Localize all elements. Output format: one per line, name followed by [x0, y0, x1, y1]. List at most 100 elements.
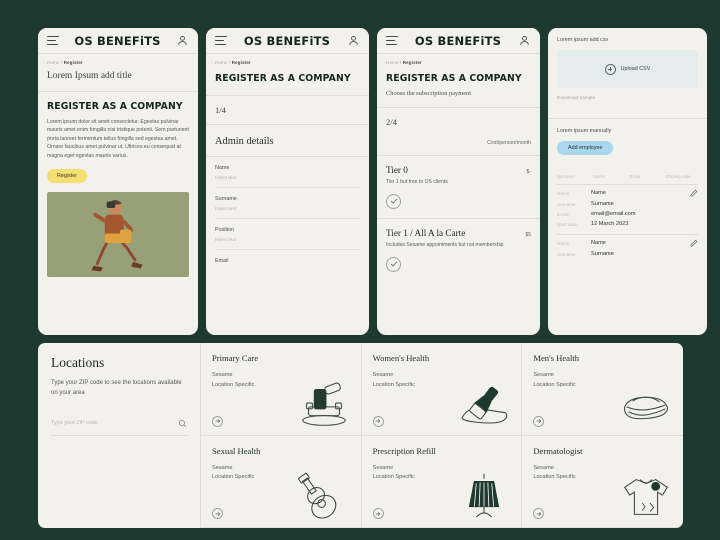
- app-header: OS BENEFiTS: [206, 28, 369, 54]
- app-brand: OS BENEFiTS: [74, 34, 160, 48]
- card-primary-care[interactable]: Primary Care Sesame Location Specific: [201, 343, 362, 436]
- guitar-illustration: [295, 471, 353, 521]
- download-sample-link[interactable]: Download sample: [557, 88, 698, 109]
- pencil-icon[interactable]: [690, 189, 698, 197]
- position-input[interactable]: Insert text: [215, 233, 360, 249]
- hamburger-icon[interactable]: [386, 36, 398, 45]
- column-header-surname: Surname: [557, 174, 589, 179]
- row-value: email@email.com: [591, 211, 698, 217]
- form-field-email: Email: [206, 250, 369, 264]
- column-header-starting-date: Starting date: [666, 174, 698, 179]
- cost-column-label: Cost/person/month: [377, 136, 540, 155]
- hamburger-icon[interactable]: [215, 36, 227, 45]
- employee-record: Name Name Surname Surname Email email@em…: [548, 185, 707, 227]
- card-title: Primary Care: [212, 353, 350, 363]
- tier-price: $5: [525, 232, 531, 238]
- tier-price: $-: [527, 169, 531, 175]
- card-arrow-button[interactable]: [212, 416, 223, 427]
- breadcrumb-home[interactable]: Home /: [386, 60, 401, 65]
- surname-input[interactable]: Insert text: [215, 202, 360, 218]
- register-button[interactable]: Register: [47, 169, 87, 183]
- category-cards: Primary Care Sesame Location Specific: [201, 343, 683, 528]
- zip-input[interactable]: Type your ZIP code: [51, 420, 98, 426]
- row-value: Surname: [591, 201, 698, 207]
- avatar-icon[interactable]: [347, 34, 360, 47]
- step-indicator: 2/4: [377, 108, 540, 136]
- breadcrumb-home[interactable]: Home /: [215, 60, 230, 65]
- card-prescription-refill[interactable]: Prescription Refill Sesame Location Spec…: [362, 436, 523, 529]
- app-brand: OS BENEFiTS: [415, 34, 501, 48]
- page-heading: REGISTER AS A COMPANY: [47, 101, 189, 112]
- phone-panel-admin-details: OS BENEFiTS Home / Register REGISTER AS …: [206, 28, 369, 335]
- card-arrow-button[interactable]: [373, 508, 384, 519]
- card-arrow-button[interactable]: [212, 508, 223, 519]
- stapler-illustration: [295, 379, 353, 429]
- pencil-icon[interactable]: [690, 239, 698, 247]
- name-input[interactable]: Insert text: [215, 171, 360, 187]
- locations-board: Locations Type your ZIP code to see the …: [38, 343, 683, 528]
- column-header-name: Name: [593, 174, 625, 179]
- breadcrumb-current: Register: [403, 60, 422, 65]
- row-key: Name: [557, 191, 591, 196]
- zip-search[interactable]: Type your ZIP code: [51, 419, 187, 428]
- tier-option-0[interactable]: Tier 0 $- Tier 1 but free to OS clients: [377, 156, 540, 218]
- breadcrumb: Home / Register: [38, 54, 198, 65]
- avatar-icon[interactable]: [518, 34, 531, 47]
- page-subheading: Choose the subscription payment: [386, 90, 531, 97]
- table-row: Name Name: [548, 185, 707, 197]
- card-title: Women's Health: [373, 353, 511, 363]
- phone-panel-register-intro: OS BENEFiTS Home / Register Lorem Ipsum …: [38, 28, 198, 335]
- row-value: Surname: [591, 251, 698, 257]
- card-arrow-button[interactable]: [533, 508, 544, 519]
- zip-underline: [51, 435, 187, 436]
- hamburger-icon[interactable]: [47, 36, 59, 45]
- table-row: Name Name: [548, 235, 707, 247]
- card-mens-health[interactable]: Men's Health Sesame Location Specific: [522, 343, 683, 436]
- manual-section-label: Lorem ipsum manually: [557, 128, 698, 134]
- form-field-position: Position Insert text: [206, 219, 369, 250]
- card-arrow-button[interactable]: [533, 416, 544, 427]
- tier-name: Tier 1 / All A la Carte: [386, 228, 465, 238]
- add-employee-button[interactable]: Add employee: [557, 141, 613, 155]
- tier-name: Tier 0: [386, 165, 408, 175]
- card-dermatologist[interactable]: Dermatologist Sesame Location Specific: [522, 436, 683, 529]
- row-key: Surname: [557, 202, 591, 207]
- row-key: Surname: [557, 252, 591, 257]
- breadcrumb-current: Register: [64, 60, 83, 65]
- page-heading: REGISTER AS A COMPANY: [386, 73, 531, 84]
- locations-title: Locations: [51, 355, 187, 371]
- tier-option-1[interactable]: Tier 1 / All A la Carte $5 Includes Sesa…: [377, 219, 540, 281]
- form-field-surname: Surname Insert text: [206, 188, 369, 219]
- field-label: Surname: [215, 188, 360, 202]
- card-arrow-button[interactable]: [373, 416, 384, 427]
- card-title: Dermatologist: [533, 446, 672, 456]
- card-womens-health[interactable]: Women's Health Sesame Location Specific: [362, 343, 523, 436]
- tier-select-check-icon[interactable]: [386, 257, 401, 272]
- section-title: Admin details: [206, 125, 369, 156]
- plus-icon: [605, 64, 616, 75]
- phone-panel-employees: Lorem ipsum add csv Upload CSV Download …: [548, 28, 707, 335]
- breadcrumb-home[interactable]: Home /: [47, 60, 62, 65]
- lamp-illustration: [455, 471, 513, 521]
- field-label: Name: [215, 157, 360, 171]
- table-row: Surname Surname: [548, 247, 707, 257]
- page-title: Lorem Ipsum add title: [38, 65, 198, 91]
- breadcrumb-current: Register: [232, 60, 251, 65]
- tier-select-check-icon[interactable]: [386, 194, 401, 209]
- avatar-icon[interactable]: [176, 34, 189, 47]
- employee-record: Name Name Surname Surname: [548, 235, 707, 257]
- locations-description: Type your ZIP code to see the locations …: [51, 379, 187, 399]
- row-value: 12 March 2023: [591, 221, 698, 227]
- field-label: Email: [215, 250, 360, 264]
- app-brand: OS BENEFiTS: [244, 34, 330, 48]
- page-body-text: Lorem ipsum dolor sit amet consectetur. …: [47, 118, 189, 160]
- card-sexual-health[interactable]: Sexual Health Sesame Location Specific: [201, 436, 362, 529]
- row-value: Name: [591, 240, 690, 246]
- row-value: Name: [591, 190, 690, 196]
- search-icon[interactable]: [178, 419, 187, 428]
- phone-panel-subscription: OS BENEFiTS Home / Register REGISTER AS …: [377, 28, 540, 335]
- upload-csv-dropzone[interactable]: Upload CSV: [557, 50, 698, 88]
- bottle-illustration: [455, 379, 513, 429]
- card-title: Men's Health: [533, 353, 672, 363]
- upload-csv-label: Upload CSV: [621, 66, 651, 72]
